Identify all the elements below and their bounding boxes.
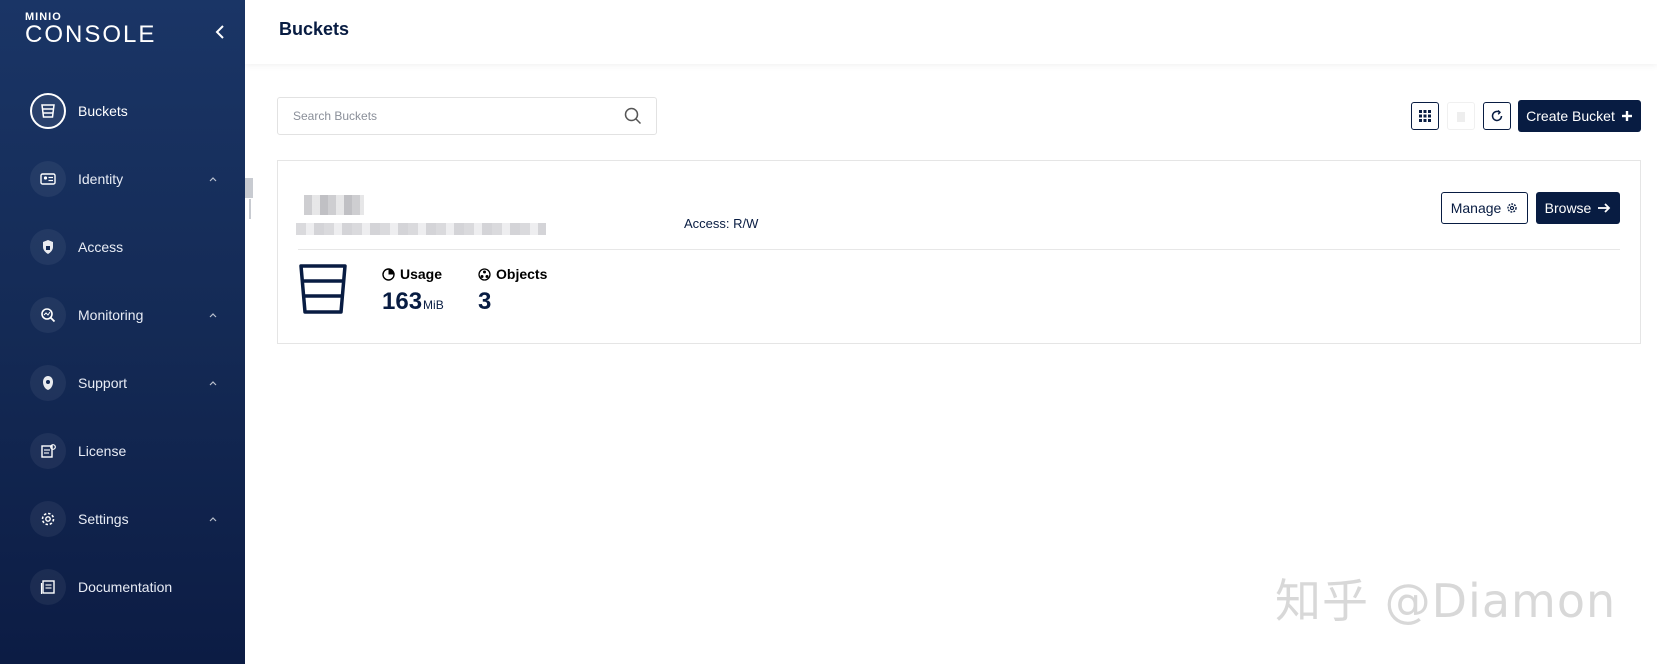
bucket-name-redacted[interactable] — [304, 195, 364, 215]
bucket-card[interactable]: Access: R/W Manage Browse Usage 163MiB O… — [277, 160, 1641, 344]
usage-label: Usage — [400, 266, 443, 282]
browse-label: Browse — [1544, 200, 1592, 216]
refresh-icon — [1491, 109, 1503, 122]
minio-console-logo[interactable]: MINIO CONSOLE — [25, 12, 156, 47]
usage-unit: MiB — [423, 298, 444, 312]
watermark: 知乎 @Diamon — [1275, 574, 1617, 628]
collapse-sidebar-button[interactable] — [210, 22, 230, 42]
sidebar: MINIO CONSOLE Buckets Identity Access Mo… — [0, 0, 245, 664]
gear-icon — [1507, 203, 1517, 213]
logo-main-text: CONSOLE — [25, 21, 157, 48]
objects-icon — [478, 267, 491, 281]
sidebar-item-settings[interactable]: Settings — [0, 494, 245, 544]
monitor-search-icon — [30, 297, 66, 333]
search-input[interactable] — [278, 98, 598, 134]
grid-icon — [1419, 110, 1431, 122]
id-card-icon — [30, 161, 66, 197]
page-header: Buckets — [245, 0, 1657, 64]
sidebar-item-identity[interactable]: Identity — [0, 154, 245, 204]
browse-bucket-button[interactable]: Browse — [1536, 192, 1620, 224]
chevron-up-icon[interactable] — [207, 173, 219, 185]
document-icon — [30, 569, 66, 605]
manage-bucket-button[interactable]: Manage — [1441, 192, 1528, 224]
page-title: Buckets — [279, 19, 350, 39]
objects-label: Objects — [496, 266, 548, 282]
create-bucket-label: Create Bucket — [1526, 108, 1615, 124]
scrollbar-track — [249, 199, 251, 219]
sidebar-item-access[interactable]: Access — [0, 222, 245, 272]
pie-chart-icon — [382, 267, 395, 281]
chevron-up-icon[interactable] — [207, 377, 219, 389]
scrollbar-thumb[interactable] — [245, 178, 253, 198]
sidebar-item-label: Support — [78, 375, 128, 391]
sidebar-item-license[interactable]: License — [0, 426, 245, 476]
manage-label: Manage — [1450, 200, 1502, 216]
search-box — [277, 97, 657, 135]
sidebar-item-label: Access — [78, 239, 124, 255]
sidebar-item-label: Settings — [78, 511, 129, 527]
chevron-up-icon[interactable] — [207, 513, 219, 525]
support-icon — [30, 365, 66, 401]
usage-stat: Usage 163MiB — [382, 266, 444, 316]
refresh-button[interactable] — [1483, 102, 1511, 130]
select-multiple-button[interactable] — [1411, 102, 1439, 130]
lock-icon — [30, 229, 66, 265]
objects-value: 3 — [478, 288, 492, 315]
plus-icon — [1621, 111, 1632, 121]
bucket-icon — [299, 264, 347, 314]
delete-buckets-button[interactable] — [1447, 102, 1475, 130]
chevron-up-icon[interactable] — [207, 309, 219, 321]
usage-value: 163 — [382, 288, 423, 315]
create-bucket-button[interactable]: Create Bucket — [1518, 100, 1641, 132]
sidebar-item-label: Documentation — [78, 579, 173, 595]
license-icon — [30, 433, 66, 469]
sidebar-item-documentation[interactable]: Documentation — [0, 562, 245, 612]
sidebar-item-label: Buckets — [78, 103, 128, 119]
objects-stat: Objects 3 — [478, 266, 547, 316]
arrow-right-icon — [1598, 203, 1611, 213]
sidebar-item-monitoring[interactable]: Monitoring — [0, 290, 245, 340]
card-divider — [298, 249, 1620, 250]
bucket-meta-redacted — [296, 223, 546, 235]
sidebar-item-label: Monitoring — [78, 307, 144, 323]
chevron-left-icon — [215, 25, 224, 39]
trash-icon — [1457, 112, 1465, 122]
search-icon — [624, 107, 642, 125]
gear-icon — [30, 501, 66, 537]
sidebar-item-support[interactable]: Support — [0, 358, 245, 408]
bucket-access: Access: R/W — [684, 216, 759, 231]
sidebar-item-label: Identity — [78, 171, 124, 187]
sidebar-item-label: License — [78, 443, 127, 459]
bucket-icon — [30, 93, 66, 129]
sidebar-item-buckets[interactable]: Buckets — [0, 86, 245, 136]
